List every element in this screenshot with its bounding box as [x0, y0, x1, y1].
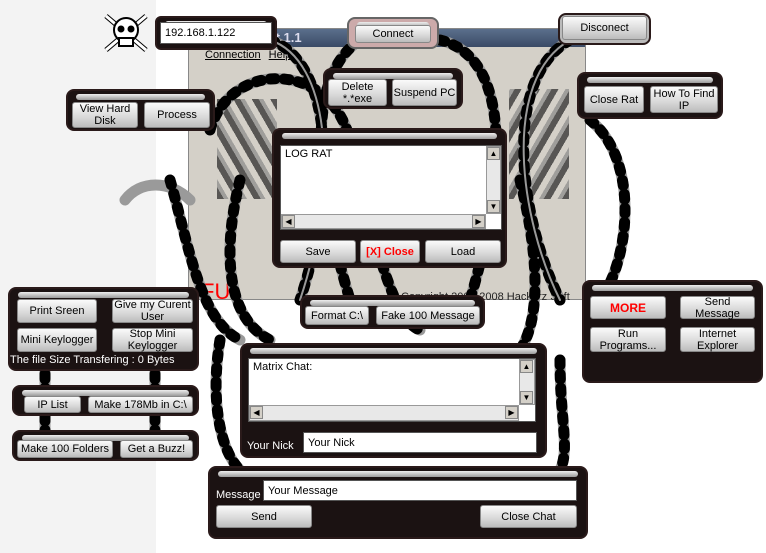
scroll-up-icon[interactable]: ▲ — [487, 147, 500, 160]
transfer-status-text: The file Size Transfering : 0 Bytes — [10, 354, 175, 366]
stop-mini-keylogger-button[interactable]: Stop Mini Keylogger — [112, 328, 193, 352]
disconnect-button[interactable]: Disconect — [562, 16, 647, 40]
message-input[interactable] — [263, 480, 577, 501]
chat-vertical-scrollbar[interactable]: ▲ ▼ — [519, 359, 535, 405]
delete-exe-button[interactable]: Delete *.*exe — [328, 79, 387, 106]
send-chat-button[interactable]: Send — [216, 505, 312, 528]
log-vertical-scrollbar[interactable]: ▲ ▼ — [486, 146, 501, 214]
save-log-button[interactable]: Save — [280, 240, 356, 263]
run-programs-button[interactable]: Run Programs... — [590, 327, 666, 352]
log-text: LOG RAT — [285, 148, 333, 160]
scroll-right-icon[interactable]: ▶ — [472, 215, 485, 228]
make-100-folders-button[interactable]: Make 100 Folders — [17, 440, 113, 458]
give-current-user-button[interactable]: Give my Curent User — [112, 299, 193, 323]
close-chat-button[interactable]: Close Chat — [480, 505, 577, 528]
message-label: Message — [216, 489, 261, 501]
suspend-pc-button[interactable]: Suspend PC — [392, 79, 457, 106]
skull-crossbones-icon — [102, 10, 150, 56]
close-log-button[interactable]: [X] Close — [360, 240, 420, 263]
connect-button[interactable]: Connect — [355, 25, 431, 43]
fake-100-message-button[interactable]: Fake 100 Message — [376, 306, 480, 325]
scroll-right-icon[interactable]: ▶ — [505, 406, 518, 419]
ip-list-button[interactable]: IP List — [24, 396, 81, 413]
how-to-find-ip-button[interactable]: How To Find IP — [650, 86, 718, 113]
scroll-left-icon[interactable]: ◀ — [282, 215, 295, 228]
log-horizontal-scrollbar[interactable]: ◀ ▶ — [281, 214, 486, 229]
more-button[interactable]: MORE — [590, 296, 666, 319]
scroll-down-icon[interactable]: ▼ — [520, 391, 533, 404]
view-hard-disk-button[interactable]: View Hard Disk — [72, 102, 138, 128]
message-panel — [208, 466, 588, 539]
process-button[interactable]: Process — [144, 102, 210, 128]
scroll-down-icon[interactable]: ▼ — [487, 200, 500, 213]
print-screen-button[interactable]: Print Sreen — [17, 299, 97, 323]
send-message-button[interactable]: Send Message — [680, 296, 755, 320]
chat-text: Matrix Chat: — [253, 361, 313, 373]
ip-address-input[interactable] — [160, 22, 272, 44]
nick-label: Your Nick — [247, 440, 294, 452]
make-178mb-button[interactable]: Make 178Mb in C:\ — [88, 396, 193, 413]
mini-keylogger-button[interactable]: Mini Keylogger — [17, 328, 97, 352]
get-a-buzz-button[interactable]: Get a Buzz! — [120, 440, 193, 458]
format-c-button[interactable]: Format C:\ — [305, 306, 369, 325]
internet-explorer-button[interactable]: Internet Explorer — [680, 327, 755, 352]
load-log-button[interactable]: Load — [425, 240, 501, 263]
chat-horizontal-scrollbar[interactable]: ◀ ▶ — [249, 405, 519, 421]
nick-input[interactable] — [303, 432, 537, 453]
close-rat-button[interactable]: Close Rat — [584, 86, 644, 113]
scroll-up-icon[interactable]: ▲ — [520, 360, 533, 373]
scroll-left-icon[interactable]: ◀ — [250, 406, 263, 419]
